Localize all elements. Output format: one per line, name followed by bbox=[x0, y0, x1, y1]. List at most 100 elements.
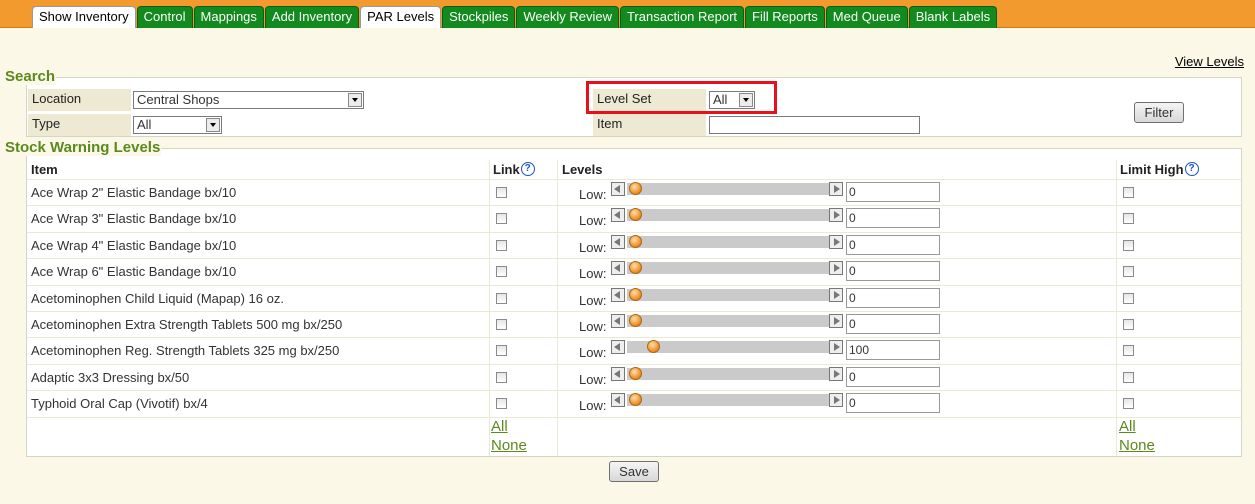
low-label: Low: bbox=[579, 319, 607, 334]
level-slider-handle[interactable] bbox=[629, 367, 642, 380]
level-slider-handle[interactable] bbox=[629, 288, 642, 301]
item-name: Typhoid Oral Cap (Vivotif) bx/4 bbox=[31, 396, 208, 411]
limit-high-checkbox[interactable] bbox=[1123, 187, 1134, 198]
link-checkbox[interactable] bbox=[496, 319, 507, 330]
arrow-right-icon[interactable] bbox=[829, 367, 843, 381]
tab-add-inventory[interactable]: Add Inventory bbox=[264, 6, 360, 28]
level-slider-track[interactable] bbox=[627, 394, 829, 406]
item-name: Ace Wrap 2" Elastic Bandage bx/10 bbox=[31, 185, 237, 200]
link-none-link[interactable]: None bbox=[491, 437, 527, 454]
tab-weekly-review[interactable]: Weekly Review bbox=[516, 6, 619, 28]
column-header-levels: Levels bbox=[562, 162, 603, 177]
link-checkbox[interactable] bbox=[496, 372, 507, 383]
low-level-input[interactable]: 0 bbox=[846, 261, 940, 281]
level-slider-track[interactable] bbox=[627, 209, 829, 221]
filter-button[interactable]: Filter bbox=[1134, 102, 1184, 123]
tab-show-inventory[interactable]: Show Inventory bbox=[32, 6, 136, 28]
link-checkbox[interactable] bbox=[496, 398, 507, 409]
low-level-input[interactable]: 0 bbox=[846, 367, 940, 387]
link-all-link[interactable]: All bbox=[491, 418, 508, 435]
level-slider-handle[interactable] bbox=[629, 393, 642, 406]
level-slider-handle[interactable] bbox=[629, 235, 642, 248]
level-slider-track[interactable] bbox=[627, 236, 829, 248]
item-label: Item bbox=[593, 114, 706, 136]
level-slider-track[interactable] bbox=[627, 368, 829, 380]
type-select-value: All bbox=[137, 117, 152, 132]
arrow-left-icon[interactable] bbox=[611, 340, 625, 354]
arrow-right-icon[interactable] bbox=[829, 261, 843, 275]
tab-control[interactable]: Control bbox=[136, 6, 193, 28]
column-header-link-label: Link bbox=[493, 162, 520, 177]
limit-high-checkbox[interactable] bbox=[1123, 319, 1134, 330]
arrow-left-icon[interactable] bbox=[611, 182, 625, 196]
view-levels-link[interactable]: View Levels bbox=[1175, 54, 1244, 69]
arrow-left-icon[interactable] bbox=[611, 288, 625, 302]
level-slider-handle[interactable] bbox=[629, 182, 642, 195]
arrow-left-icon[interactable] bbox=[611, 235, 625, 249]
arrow-right-icon[interactable] bbox=[829, 182, 843, 196]
level-slider-track[interactable] bbox=[627, 315, 829, 327]
level-slider-track[interactable] bbox=[627, 262, 829, 274]
level-slider-handle[interactable] bbox=[629, 208, 642, 221]
arrow-left-icon[interactable] bbox=[611, 314, 625, 328]
arrow-left-icon[interactable] bbox=[611, 367, 625, 381]
low-level-input[interactable]: 0 bbox=[846, 235, 940, 255]
low-level-input[interactable]: 0 bbox=[846, 182, 940, 202]
limit-high-checkbox[interactable] bbox=[1123, 293, 1134, 304]
low-level-input[interactable]: 0 bbox=[846, 288, 940, 308]
link-checkbox[interactable] bbox=[496, 240, 507, 251]
tab-blank-labels[interactable]: Blank Labels bbox=[908, 6, 998, 28]
limit-high-none-link[interactable]: None bbox=[1119, 437, 1155, 454]
level-slider-handle[interactable] bbox=[629, 261, 642, 274]
arrow-left-icon[interactable] bbox=[611, 261, 625, 275]
link-checkbox[interactable] bbox=[496, 345, 507, 356]
help-icon[interactable]: ? bbox=[520, 162, 535, 176]
level-slider-handle[interactable] bbox=[647, 340, 660, 353]
arrow-right-icon[interactable] bbox=[829, 393, 843, 407]
limit-high-all-link[interactable]: All bbox=[1119, 418, 1136, 435]
tab-mappings[interactable]: Mappings bbox=[193, 6, 264, 28]
arrow-right-icon[interactable] bbox=[829, 208, 843, 222]
limit-high-checkbox[interactable] bbox=[1123, 266, 1134, 277]
low-label: Low: bbox=[579, 293, 607, 308]
low-level-input[interactable]: 0 bbox=[846, 208, 940, 228]
tab-transaction-report[interactable]: Transaction Report bbox=[619, 6, 745, 28]
type-select[interactable]: All bbox=[133, 116, 222, 134]
row-divider bbox=[27, 311, 1241, 312]
row-divider bbox=[27, 364, 1241, 365]
arrow-right-icon[interactable] bbox=[829, 314, 843, 328]
item-search-input[interactable] bbox=[709, 116, 920, 134]
level-slider-track[interactable] bbox=[627, 183, 829, 195]
tab-stockpiles[interactable]: Stockpiles bbox=[442, 6, 516, 28]
link-checkbox[interactable] bbox=[496, 213, 507, 224]
save-button[interactable]: Save bbox=[609, 461, 659, 482]
arrow-right-icon[interactable] bbox=[829, 340, 843, 354]
arrow-right-icon[interactable] bbox=[829, 288, 843, 302]
low-label: Low: bbox=[579, 187, 607, 202]
row-divider bbox=[27, 390, 1241, 391]
limit-high-checkbox[interactable] bbox=[1123, 372, 1134, 383]
link-checkbox[interactable] bbox=[496, 293, 507, 304]
chevron-down-icon bbox=[206, 118, 220, 132]
link-checkbox[interactable] bbox=[496, 266, 507, 277]
limit-high-checkbox[interactable] bbox=[1123, 398, 1134, 409]
location-select[interactable]: Central Shops bbox=[133, 91, 364, 109]
row-divider bbox=[27, 179, 1241, 180]
tab-par-levels[interactable]: PAR Levels bbox=[360, 6, 442, 28]
tab-fill-reports[interactable]: Fill Reports bbox=[745, 6, 825, 28]
arrow-left-icon[interactable] bbox=[611, 208, 625, 222]
low-level-input[interactable]: 0 bbox=[846, 314, 940, 334]
arrow-right-icon[interactable] bbox=[829, 235, 843, 249]
limit-high-checkbox[interactable] bbox=[1123, 240, 1134, 251]
low-level-input[interactable]: 0 bbox=[846, 393, 940, 413]
limit-high-checkbox[interactable] bbox=[1123, 213, 1134, 224]
help-icon[interactable]: ? bbox=[1184, 162, 1199, 176]
arrow-left-icon[interactable] bbox=[611, 393, 625, 407]
link-checkbox[interactable] bbox=[496, 187, 507, 198]
level-slider-track[interactable] bbox=[627, 289, 829, 301]
row-divider bbox=[27, 417, 1241, 418]
tab-med-queue[interactable]: Med Queue bbox=[825, 6, 908, 28]
limit-high-checkbox[interactable] bbox=[1123, 345, 1134, 356]
level-slider-handle[interactable] bbox=[629, 314, 642, 327]
low-level-input[interactable]: 100 bbox=[846, 340, 940, 360]
